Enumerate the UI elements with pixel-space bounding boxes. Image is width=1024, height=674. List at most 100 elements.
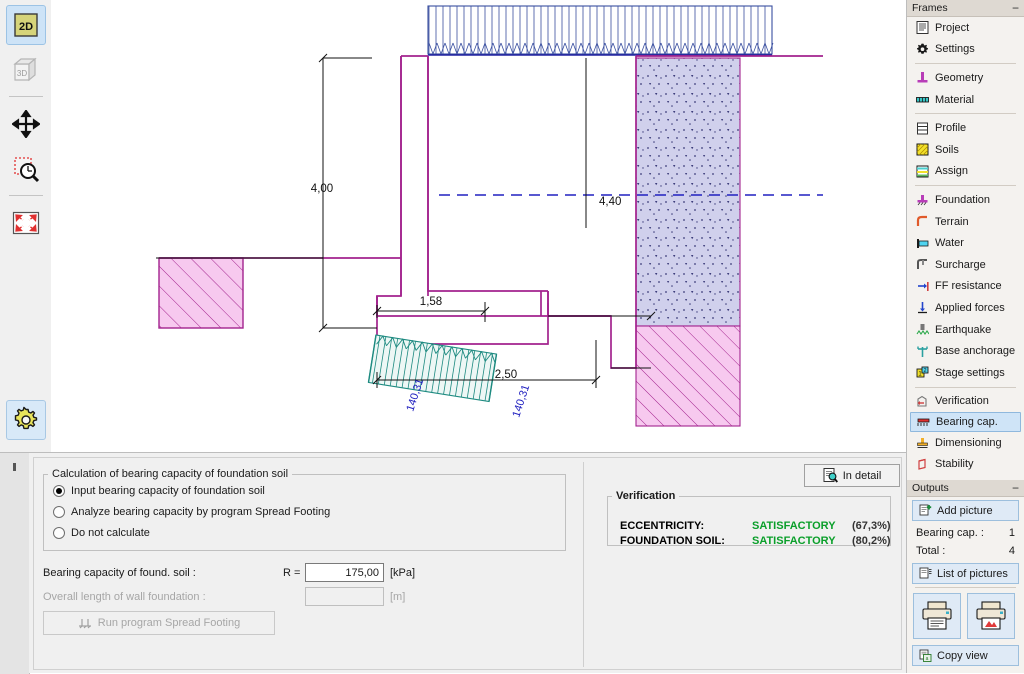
- run-spread-footing-button[interactable]: Run program Spread Footing: [43, 611, 275, 635]
- gear-icon: [14, 406, 38, 430]
- frames-minimize-button[interactable]: −: [1012, 2, 1019, 14]
- wall-length-label: Overall length of wall foundation :: [43, 590, 206, 603]
- sidebar-item-soils[interactable]: Soils: [907, 139, 1024, 161]
- sidebar-item-ff-resistance[interactable]: FF resistance: [907, 276, 1024, 298]
- bearing-pressure-diagram: [367, 334, 498, 403]
- outputs-header: Outputs −: [907, 480, 1024, 498]
- sidebar-label-base-anchorage: Base anchorage: [935, 345, 1016, 358]
- sidebar-item-settings[interactable]: Settings: [907, 39, 1024, 61]
- print-document-button[interactable]: [913, 593, 961, 640]
- earthquake-icon: [915, 323, 929, 337]
- sidebar-item-water[interactable]: Water: [907, 232, 1024, 254]
- radio-option-do-not-calculate[interactable]: Do not calculate: [53, 522, 565, 543]
- sidebar-label-bearing-cap: Bearing cap.: [936, 416, 998, 429]
- material-icon: [915, 93, 929, 107]
- print-picture-button[interactable]: [967, 593, 1015, 640]
- sidebar-item-profile[interactable]: Profile: [907, 117, 1024, 139]
- sidebar-item-stage-settings[interactable]: 12 Stage settings: [907, 362, 1024, 384]
- printer-document-icon: [922, 601, 952, 630]
- print-button-row: [913, 593, 1018, 640]
- svg-text:a: a: [925, 656, 928, 662]
- outputs-separator: [915, 587, 1016, 589]
- document-icon: [915, 21, 929, 35]
- radio-label-input-bearing: Input bearing capacity of foundation soi…: [71, 484, 265, 497]
- copy-view-button[interactable]: a Copy view: [912, 645, 1019, 667]
- ff-resistance-icon: [915, 279, 929, 293]
- dimension-label-4-40: 4,40: [599, 196, 621, 208]
- list-of-pictures-button[interactable]: List of pictures: [912, 563, 1019, 585]
- dimension-label-1-58: 1,58: [420, 296, 442, 308]
- radio-do-not-calculate[interactable]: [53, 526, 65, 539]
- soils-icon: [915, 143, 929, 157]
- wall-length-input: [305, 587, 384, 606]
- sidebar-separator-4: [915, 386, 1016, 388]
- sidebar-label-terrain: Terrain: [935, 215, 969, 228]
- sidebar-item-bearing-cap[interactable]: Bearing cap.: [910, 412, 1021, 433]
- bearing-capacity-row: Bearing capacity of found. soil : R = [k…: [43, 563, 415, 582]
- add-picture-button[interactable]: Add picture: [912, 500, 1019, 522]
- sidebar-item-foundation[interactable]: Foundation: [907, 189, 1024, 211]
- sidebar-item-applied-forces[interactable]: Applied forces: [907, 297, 1024, 319]
- sidebar-label-dimensioning: Dimensioning: [935, 436, 1002, 449]
- sidebar-item-earthquake[interactable]: Earthquake: [907, 319, 1024, 341]
- bearing-cap-vertical-tab[interactable]: Bearing cap.: [0, 452, 30, 674]
- sidebar-item-verification[interactable]: Verification: [907, 391, 1024, 413]
- sidebar-label-applied-forces: Applied forces: [935, 301, 1005, 314]
- outputs-minimize-button[interactable]: −: [1012, 482, 1019, 494]
- bearing-cap-icon: [916, 415, 930, 429]
- drawing-canvas[interactable]: 4,00 4,40 1,58 2,50 140,31 140,31: [51, 0, 906, 452]
- verification-row-eccentricity: ECCENTRICITY: SATISFACTORY (67,3%): [620, 520, 891, 532]
- 3d-view-button[interactable]: 3D: [6, 50, 46, 90]
- radio-label-do-not-calculate: Do not calculate: [71, 526, 150, 539]
- sidebar-item-assign[interactable]: Assign: [907, 161, 1024, 183]
- output-count-total: Total : 4: [907, 542, 1024, 560]
- 2d-view-button[interactable]: 2D: [5, 5, 46, 45]
- sidebar-label-water: Water: [935, 237, 964, 250]
- sidebar-item-base-anchorage[interactable]: Base anchorage: [907, 340, 1024, 362]
- radio-input-bearing[interactable]: [53, 484, 65, 497]
- sidebar-item-dimensioning[interactable]: Dimensioning: [907, 432, 1024, 454]
- report-magnifier-icon: [823, 468, 838, 483]
- sidebar-item-terrain[interactable]: Terrain: [907, 211, 1024, 233]
- base-anchorage-icon: [915, 344, 929, 358]
- bearing-capacity-label: Bearing capacity of found. soil :: [43, 566, 196, 579]
- sidebar-label-verification: Verification: [935, 395, 989, 408]
- radio-analyze-spread-footing[interactable]: [53, 505, 65, 518]
- zoom-all-button[interactable]: [6, 203, 46, 243]
- stability-icon: [915, 457, 929, 471]
- sidebar-item-geometry[interactable]: Geometry: [907, 67, 1024, 89]
- sidebar-label-settings: Settings: [935, 43, 975, 56]
- add-picture-label: Add picture: [937, 504, 993, 517]
- terrain-icon: [915, 215, 929, 229]
- radio-option-input-bearing[interactable]: Input bearing capacity of foundation soi…: [53, 480, 565, 501]
- radio-option-analyze-spread-footing[interactable]: Analyze bearing capacity by program Spre…: [53, 501, 565, 522]
- pan-button[interactable]: [6, 104, 46, 144]
- surcharge-load-diagram: [427, 5, 774, 56]
- dimensioning-icon: [915, 436, 929, 450]
- left-toolbar: 2D 3D: [0, 0, 52, 452]
- sidebar-label-profile: Profile: [935, 122, 967, 135]
- zoom-window-button[interactable]: [6, 149, 46, 189]
- radio-label-analyze-spread-footing: Analyze bearing capacity by program Spre…: [71, 505, 331, 518]
- surcharge-icon: [915, 258, 929, 272]
- dimension-label-4-00: 4,00: [311, 183, 333, 195]
- wall-cross-section-drawing: 4,00 4,40 1,58 2,50 140,31 140,31: [156, 5, 823, 427]
- printer-picture-icon: [976, 601, 1006, 630]
- right-panel: Frames − Project Settings Geometry Mater…: [906, 0, 1024, 673]
- sidebar-separator-1: [915, 63, 1016, 65]
- sidebar-item-project[interactable]: Project: [907, 17, 1024, 39]
- sidebar-item-material[interactable]: Material: [907, 89, 1024, 111]
- 2d-icon: 2D: [13, 13, 38, 37]
- list-of-pictures-label: List of pictures: [937, 567, 1008, 580]
- left-terrain-block: [158, 257, 244, 329]
- 3d-icon: 3D: [12, 57, 37, 82]
- pressure-label-right: 140,31: [510, 383, 532, 419]
- bearing-capacity-input[interactable]: [305, 563, 384, 582]
- sidebar-item-surcharge[interactable]: Surcharge: [907, 254, 1024, 276]
- calculation-group-legend: Calculation of bearing capacity of found…: [52, 468, 289, 480]
- drawing-settings-button[interactable]: [6, 400, 46, 440]
- gear-icon: [915, 42, 929, 56]
- sidebar-item-stability[interactable]: Stability: [907, 454, 1024, 476]
- retaining-wall-body: [376, 56, 637, 369]
- in-detail-button[interactable]: In detail: [804, 464, 900, 487]
